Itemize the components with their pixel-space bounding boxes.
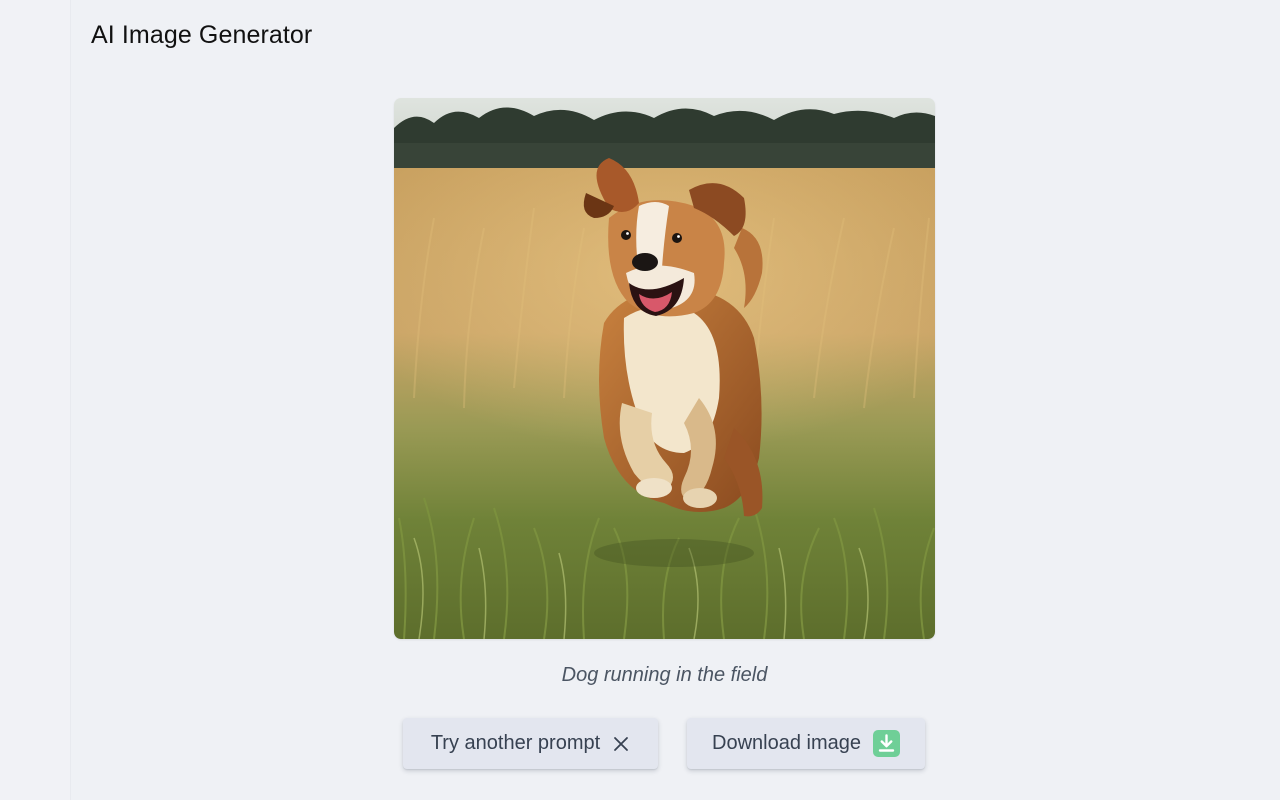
try-another-prompt-button[interactable]: Try another prompt <box>403 718 658 769</box>
close-icon <box>612 735 630 753</box>
page-left-gutter <box>0 0 71 800</box>
app-title: AI Image Generator <box>91 21 313 49</box>
download-icon <box>872 730 900 757</box>
download-image-label: Download image <box>712 732 861 754</box>
generated-image <box>394 98 935 639</box>
image-caption: Dog running in the field <box>561 664 768 686</box>
try-another-prompt-label: Try another prompt <box>430 732 601 754</box>
download-image-button[interactable]: Download image <box>687 718 925 769</box>
